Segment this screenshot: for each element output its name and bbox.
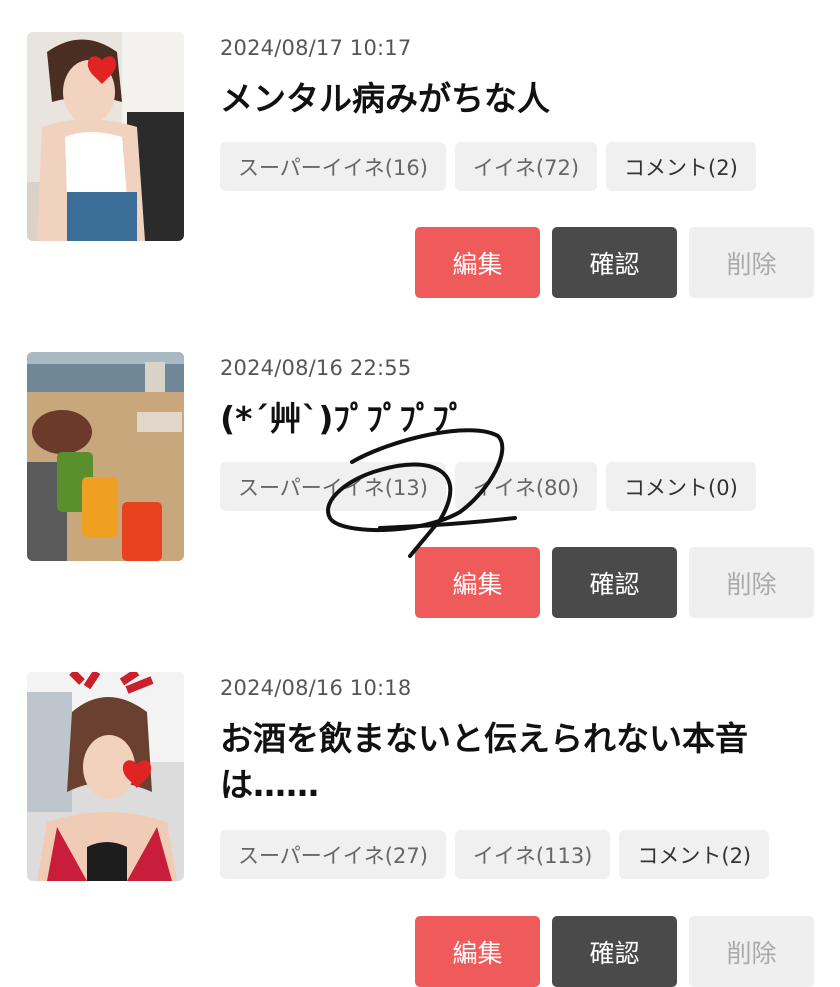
like-count: イイネ(113) <box>454 830 611 879</box>
post-stats: スーパーイイネ(16) イイネ(72) コメント(2) <box>220 142 756 191</box>
delete-button[interactable]: 削除 <box>689 916 814 987</box>
post-actions: 編集 確認 削除 <box>415 227 814 298</box>
post-thumbnail[interactable] <box>27 32 184 241</box>
confirm-button[interactable]: 確認 <box>552 227 677 298</box>
post-item: 2024/08/17 10:17 メンタル病みがちな人 スーパーイイネ(16) … <box>0 0 840 300</box>
edit-button[interactable]: 編集 <box>415 547 540 618</box>
post-actions: 編集 確認 削除 <box>415 547 814 618</box>
confirm-button[interactable]: 確認 <box>552 916 677 987</box>
edit-button[interactable]: 編集 <box>415 227 540 298</box>
post-item: 2024/08/16 10:18 お酒を飲まないと伝えられない本音は…… スーパ… <box>0 640 840 987</box>
post-thumbnail[interactable] <box>27 352 184 561</box>
delete-button[interactable]: 削除 <box>689 547 814 618</box>
super-like-count: スーパーイイネ(16) <box>220 142 446 191</box>
comment-count[interactable]: コメント(0) <box>606 462 756 511</box>
post-date: 2024/08/17 10:17 <box>220 36 412 60</box>
post-stats: スーパーイイネ(27) イイネ(113) コメント(2) <box>220 830 770 879</box>
post-actions: 編集 確認 削除 <box>415 916 814 987</box>
post-title[interactable]: お酒を飲まないと伝えられない本音は…… <box>220 716 820 808</box>
post-date: 2024/08/16 10:18 <box>220 676 412 700</box>
comment-count[interactable]: コメント(2) <box>606 142 756 191</box>
super-like-count: スーパーイイネ(27) <box>220 830 446 879</box>
delete-button[interactable]: 削除 <box>689 227 814 298</box>
like-count: イイネ(80) <box>454 462 598 511</box>
comment-count[interactable]: コメント(2) <box>619 830 770 879</box>
post-thumbnail[interactable] <box>27 672 184 881</box>
edit-button[interactable]: 編集 <box>415 916 540 987</box>
post-date: 2024/08/16 22:55 <box>220 356 412 380</box>
like-count: イイネ(72) <box>454 142 598 191</box>
post-title[interactable]: メンタル病みがちな人 <box>220 76 820 122</box>
post-stats: スーパーイイネ(13) イイネ(80) コメント(0) <box>220 462 756 511</box>
post-title[interactable]: (*´艸`)ﾌﾟﾌﾟﾌﾟﾌﾟ <box>220 396 820 442</box>
super-like-count: スーパーイイネ(13) <box>220 462 446 511</box>
post-item: 2024/08/16 22:55 (*´艸`)ﾌﾟﾌﾟﾌﾟﾌﾟ スーパーイイネ(… <box>0 320 840 620</box>
confirm-button[interactable]: 確認 <box>552 547 677 618</box>
